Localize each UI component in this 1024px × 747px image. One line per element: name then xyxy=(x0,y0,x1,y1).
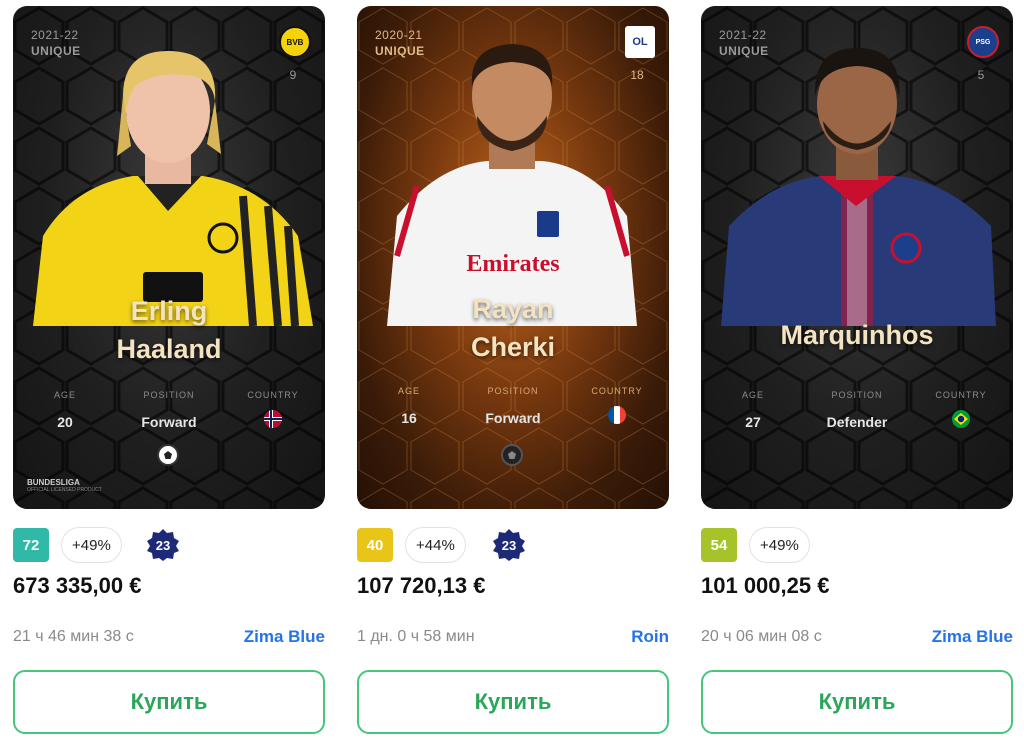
age-label: AGE xyxy=(397,386,420,396)
seller-link[interactable]: Zima Blue xyxy=(932,627,1013,647)
bonus-percent-pill: +44% xyxy=(405,527,466,563)
player-stats: AGE 20 POSITION Forward COUNTRY xyxy=(13,390,325,450)
seller-link[interactable]: Roin xyxy=(631,627,669,647)
age-label: AGE xyxy=(53,390,76,400)
country-label: COUNTRY xyxy=(935,390,987,400)
position-value: Forward xyxy=(485,410,541,426)
buy-button[interactable]: Купить xyxy=(13,670,325,734)
player-photo: Emirates xyxy=(387,44,637,326)
player-last-name: Haaland xyxy=(116,334,222,364)
price: 101 000,25 € xyxy=(701,573,830,598)
country-label: COUNTRY xyxy=(591,386,643,396)
player-stats: AGE 16 POSITION Forward COUNTRY xyxy=(357,386,669,446)
france-flag-icon xyxy=(608,406,626,424)
price: 107 720,13 € xyxy=(357,573,486,598)
score-badge: 54 xyxy=(701,528,737,562)
season-seal-icon: 23 xyxy=(493,529,525,561)
buy-button[interactable]: Купить xyxy=(701,670,1013,734)
player-photo xyxy=(33,51,313,326)
age-value: 16 xyxy=(401,410,417,426)
price: 673 335,00 € xyxy=(13,573,142,598)
auction-timer: 1 дн. 0 ч 58 мин xyxy=(357,628,475,645)
season-seal-value: 23 xyxy=(502,538,516,553)
player-photo xyxy=(721,48,996,326)
player-card-haaland[interactable]: 2021-22 UNIQUE BVB 9 Erling Haaland AGE … xyxy=(13,6,325,509)
position-label: POSITION xyxy=(487,386,539,396)
season-seal-icon: 23 xyxy=(147,529,179,561)
player-name: Marquinhos xyxy=(780,320,934,350)
position-value: Defender xyxy=(826,414,888,430)
football-icon xyxy=(157,444,179,466)
card-badges: 40 +44% 23 xyxy=(357,527,669,564)
card-badges: 72 +49% 23 xyxy=(13,527,325,564)
norway-flag-icon xyxy=(264,410,282,428)
position-label: POSITION xyxy=(831,390,883,400)
card-badges: 54 +49% xyxy=(701,527,1013,564)
player-stats: AGE 27 POSITION Defender COUNTRY xyxy=(701,390,1013,450)
brazil-flag-icon xyxy=(952,410,970,428)
age-label: AGE xyxy=(741,390,764,400)
player-first-name: Rayan xyxy=(472,294,554,324)
seller-link[interactable]: Zima Blue xyxy=(244,627,325,647)
score-badge: 40 xyxy=(357,528,393,562)
auction-timer: 21 ч 46 мин 38 с xyxy=(13,628,134,645)
bonus-percent-pill: +49% xyxy=(749,527,810,563)
card-column-cherki: 2020-21 UNIQUE OL 18 Emirates Rayan Cher… xyxy=(357,0,669,747)
season-seal-value: 23 xyxy=(156,538,170,553)
player-first-name: Erling xyxy=(130,296,208,326)
bonus-percent-pill: +49% xyxy=(61,527,122,563)
buy-button[interactable]: Купить xyxy=(357,670,669,734)
score-badge: 72 xyxy=(13,528,49,562)
card-column-marquinhos: 2021-22 UNIQUE PSG 5 Marquinhos AGE 27 P… xyxy=(701,0,1013,747)
player-card-marquinhos[interactable]: 2021-22 UNIQUE PSG 5 Marquinhos AGE 27 P… xyxy=(701,6,1013,509)
card-column-haaland: 2021-22 UNIQUE BVB 9 Erling Haaland AGE … xyxy=(13,0,325,747)
football-icon xyxy=(501,444,523,466)
auction-timer: 20 ч 06 мин 08 с xyxy=(701,628,822,645)
league-subtitle: OFFICIAL LICENSED PRODUCT xyxy=(27,487,102,493)
league-logo: BUNDESLIGA OFFICIAL LICENSED PRODUCT xyxy=(27,478,102,493)
age-value: 27 xyxy=(745,414,761,430)
svg-text:Emirates: Emirates xyxy=(466,251,559,277)
position-value: Forward xyxy=(141,414,197,430)
age-value: 20 xyxy=(57,414,73,430)
country-label: COUNTRY xyxy=(247,390,299,400)
player-last-name: Cherki xyxy=(470,332,556,362)
league-name: BUNDESLIGA xyxy=(27,478,80,487)
player-card-cherki[interactable]: 2020-21 UNIQUE OL 18 Emirates Rayan Cher… xyxy=(357,6,669,509)
position-label: POSITION xyxy=(143,390,195,400)
